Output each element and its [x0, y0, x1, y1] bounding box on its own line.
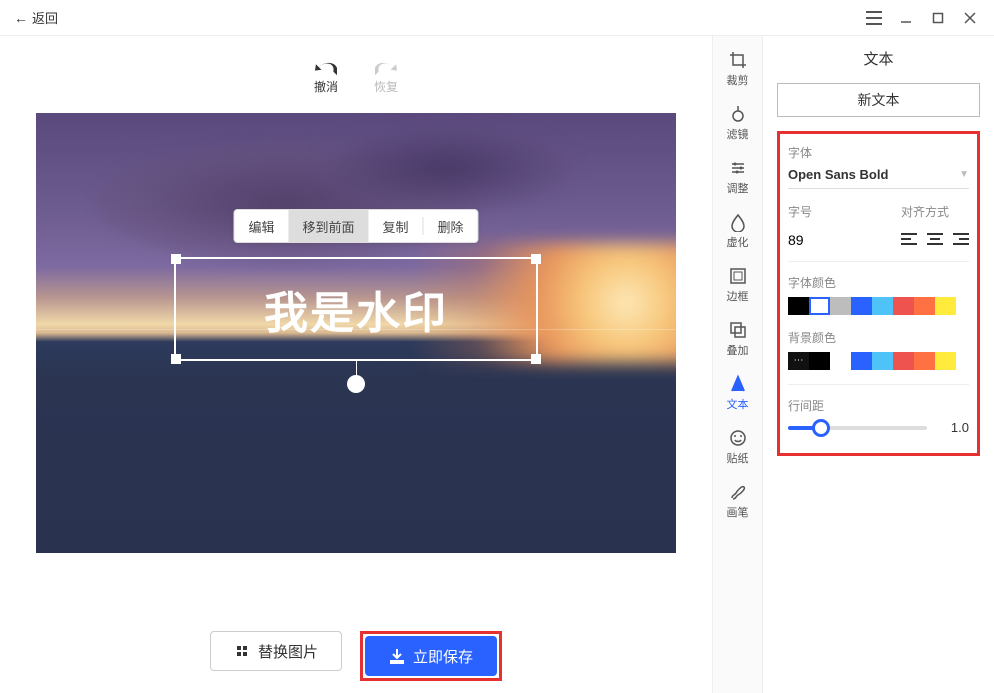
- replace-image-button[interactable]: 替换图片: [210, 631, 342, 671]
- undo-label: 撤消: [314, 78, 338, 95]
- text-panel: 文本 新文本 字体 Open Sans Bold ▼ 字号 对齐方式: [762, 36, 994, 693]
- resize-handle-tr[interactable]: [531, 254, 541, 264]
- ctx-edit[interactable]: 编辑: [234, 210, 288, 242]
- resize-handle-br[interactable]: [531, 354, 541, 364]
- bg-color-swatches: [788, 352, 969, 370]
- replace-label: 替换图片: [258, 641, 318, 662]
- bottom-bar: 替换图片 立即保存: [0, 631, 712, 681]
- titlebar: ← 返回: [0, 0, 994, 36]
- tool-blur[interactable]: 虚化: [714, 208, 762, 254]
- line-height-value: 1.0: [937, 420, 969, 435]
- tool-rail: 裁剪 滤镜 调整 虚化 边框 叠加 文本 贴纸: [712, 36, 762, 693]
- canvas-area: 撤消 恢复 编辑 移到前面 复制 删除 我是水印: [0, 36, 712, 693]
- close-button[interactable]: [954, 2, 986, 34]
- bg-color-label: 背景颜色: [788, 329, 969, 346]
- text-color-swatch-0[interactable]: [788, 297, 809, 315]
- resize-handle-tl[interactable]: [171, 254, 181, 264]
- tool-overlay[interactable]: 叠加: [714, 316, 762, 362]
- bg-color-swatch-4[interactable]: [872, 352, 893, 370]
- bg-color-swatch-6[interactable]: [914, 352, 935, 370]
- text-color-label: 字体颜色: [788, 274, 969, 291]
- ctx-copy[interactable]: 复制: [369, 210, 423, 242]
- text-color-swatch-6[interactable]: [914, 297, 935, 315]
- size-label: 字号: [788, 203, 838, 220]
- tool-adjust[interactable]: 调整: [714, 154, 762, 200]
- font-size-input[interactable]: [788, 232, 838, 249]
- resize-handle-bl[interactable]: [171, 354, 181, 364]
- text-color-swatch-3[interactable]: [851, 297, 872, 315]
- properties-highlight: 字体 Open Sans Bold ▼ 字号 对齐方式: [777, 131, 980, 456]
- tool-brush[interactable]: 画笔: [714, 478, 762, 524]
- text-color-swatch-1[interactable]: [809, 297, 830, 315]
- maximize-button[interactable]: [922, 2, 954, 34]
- font-label: 字体: [788, 144, 969, 161]
- text-color-swatches: [788, 297, 969, 315]
- panel-title: 文本: [777, 48, 980, 69]
- bg-color-swatch-0[interactable]: [788, 352, 809, 370]
- line-height-label: 行间距: [788, 397, 969, 414]
- redo-label: 恢复: [374, 78, 398, 95]
- bg-color-swatch-5[interactable]: [893, 352, 914, 370]
- slider-thumb[interactable]: [812, 419, 830, 437]
- tool-sticker[interactable]: 贴纸: [714, 424, 762, 470]
- new-text-button[interactable]: 新文本: [777, 83, 980, 117]
- ctx-delete[interactable]: 删除: [424, 210, 478, 242]
- rotate-handle[interactable]: [347, 375, 365, 393]
- back-label: 返回: [32, 8, 58, 27]
- context-toolbar: 编辑 移到前面 复制 删除: [233, 209, 478, 243]
- text-layer-selection[interactable]: 我是水印: [174, 257, 538, 361]
- align-label: 对齐方式: [901, 203, 969, 220]
- save-label: 立即保存: [413, 646, 473, 667]
- align-center-icon[interactable]: [927, 232, 943, 248]
- minimize-button[interactable]: [890, 2, 922, 34]
- font-select[interactable]: Open Sans Bold ▼: [788, 167, 969, 189]
- menu-button[interactable]: [858, 2, 890, 34]
- text-color-swatch-5[interactable]: [893, 297, 914, 315]
- line-height-slider[interactable]: [788, 426, 927, 430]
- bg-color-swatch-1[interactable]: [809, 352, 830, 370]
- save-button[interactable]: 立即保存: [365, 636, 497, 676]
- tool-text[interactable]: 文本: [714, 370, 762, 416]
- text-color-swatch-4[interactable]: [872, 297, 893, 315]
- save-highlight: 立即保存: [360, 631, 502, 681]
- font-name: Open Sans Bold: [788, 167, 888, 182]
- ctx-bring-front[interactable]: 移到前面: [288, 210, 368, 242]
- undo-button[interactable]: 撤消: [314, 58, 338, 95]
- bg-color-swatch-2[interactable]: [830, 352, 851, 370]
- watermark-text: 我是水印: [264, 277, 448, 341]
- image-canvas[interactable]: 编辑 移到前面 复制 删除 我是水印: [36, 113, 676, 553]
- bg-color-swatch-7[interactable]: [935, 352, 956, 370]
- align-left-icon[interactable]: [901, 232, 917, 248]
- tool-filter[interactable]: 滤镜: [714, 100, 762, 146]
- bg-color-swatch-3[interactable]: [851, 352, 872, 370]
- align-right-icon[interactable]: [953, 232, 969, 248]
- back-arrow-icon: ←: [14, 10, 28, 26]
- text-color-swatch-7[interactable]: [935, 297, 956, 315]
- chevron-down-icon: ▼: [959, 169, 969, 180]
- back-button[interactable]: ← 返回: [8, 6, 64, 29]
- text-color-swatch-2[interactable]: [830, 297, 851, 315]
- tool-crop[interactable]: 裁剪: [714, 46, 762, 92]
- redo-button[interactable]: 恢复: [374, 58, 398, 95]
- tool-border[interactable]: 边框: [714, 262, 762, 308]
